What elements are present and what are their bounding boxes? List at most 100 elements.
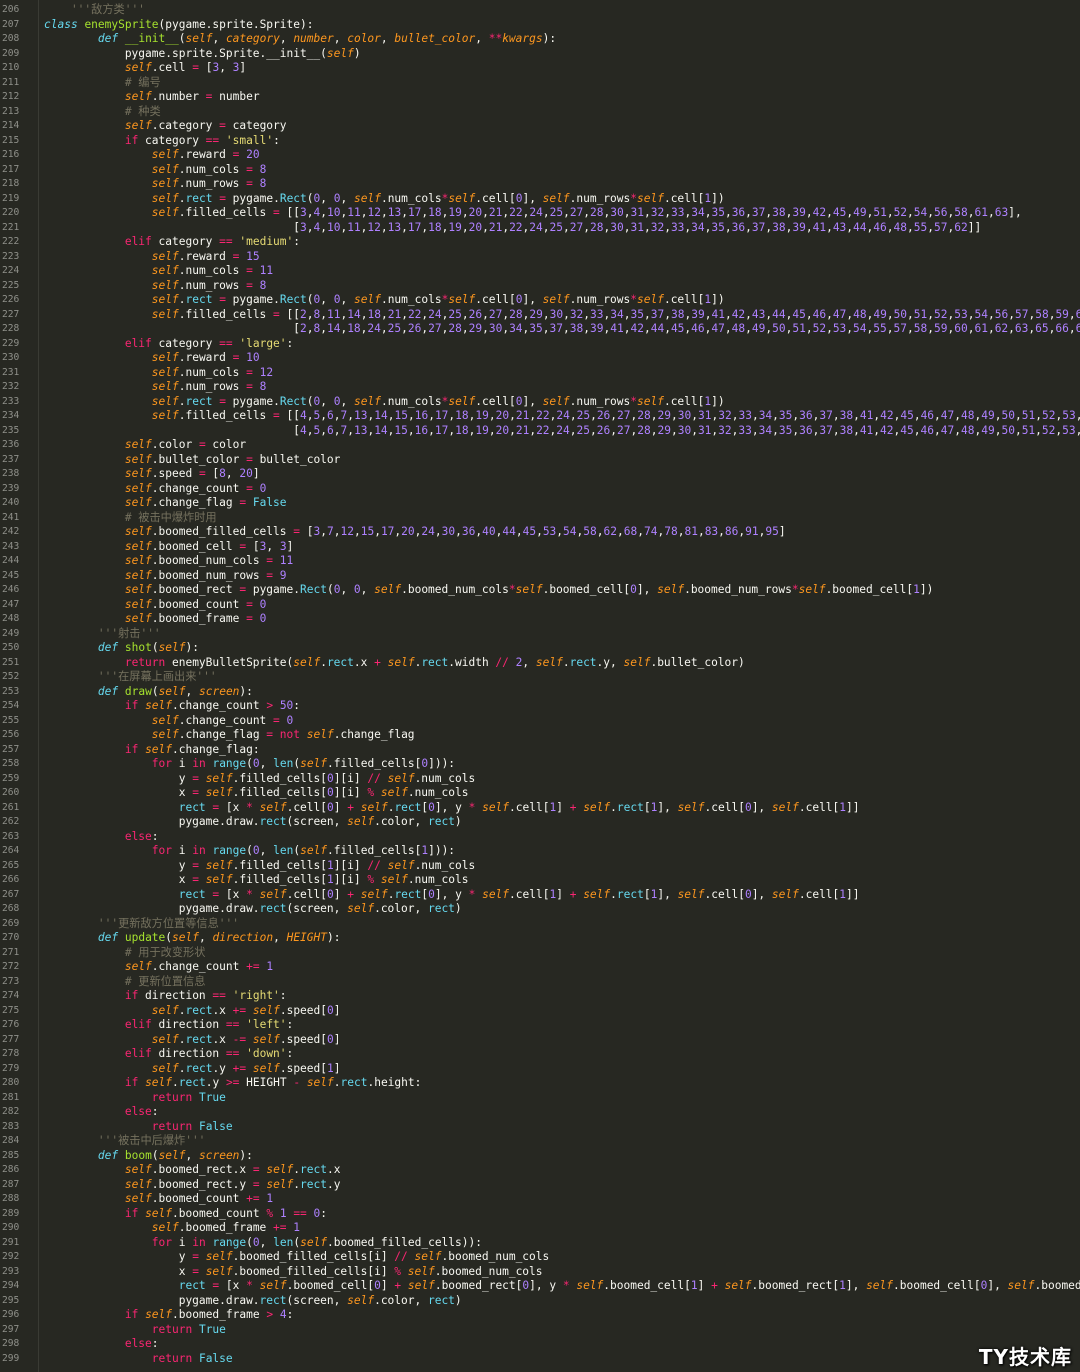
code-line[interactable]: 257 if self.change_flag: bbox=[0, 743, 1080, 758]
code-line[interactable]: 210 self.cell = [3, 3] bbox=[0, 61, 1080, 76]
code-text[interactable]: self.rect.x += self.speed[0] bbox=[44, 1004, 341, 1019]
code-text[interactable]: # 用于改变形状 bbox=[44, 946, 206, 961]
code-line[interactable]: 256 self.change_flag = not self.change_f… bbox=[0, 728, 1080, 743]
code-line[interactable]: 245 self.boomed_num_rows = 9 bbox=[0, 569, 1080, 584]
code-text[interactable]: self.filled_cells = [[2,8,11,14,18,21,22… bbox=[44, 308, 1080, 323]
code-line[interactable]: 216 self.reward = 20 bbox=[0, 148, 1080, 163]
code-line[interactable]: 233 self.rect = pygame.Rect(0, 0, self.n… bbox=[0, 395, 1080, 410]
code-line[interactable]: 246 self.boomed_rect = pygame.Rect(0, 0,… bbox=[0, 583, 1080, 598]
code-line[interactable]: 238 self.speed = [8, 20] bbox=[0, 467, 1080, 482]
code-line[interactable]: 218 self.num_rows = 8 bbox=[0, 177, 1080, 192]
code-text[interactable]: self.num_rows = 8 bbox=[44, 177, 267, 192]
code-line[interactable]: 229 elif category == 'large': bbox=[0, 337, 1080, 352]
code-line[interactable]: 287 self.boomed_rect.y = self.rect.y bbox=[0, 1178, 1080, 1193]
code-line[interactable]: 264 for i in range(0, len(self.filled_ce… bbox=[0, 844, 1080, 859]
code-line[interactable]: 213 # 种类 bbox=[0, 105, 1080, 120]
code-line[interactable]: 274 if direction == 'right': bbox=[0, 989, 1080, 1004]
code-text[interactable]: def shot(self): bbox=[44, 641, 199, 656]
code-line[interactable]: 235 [4,5,6,7,13,14,15,16,17,18,19,20,21,… bbox=[0, 424, 1080, 439]
code-line[interactable]: 298 else: bbox=[0, 1337, 1080, 1352]
code-text[interactable]: elif category == 'large': bbox=[44, 337, 293, 352]
code-text[interactable]: pygame.draw.rect(screen, self.color, rec… bbox=[44, 902, 462, 917]
code-line[interactable]: 271 # 用于改变形状 bbox=[0, 946, 1080, 961]
code-text[interactable]: pygame.sprite.Sprite.__init__(self) bbox=[44, 47, 361, 62]
code-text[interactable]: self.rect.x -= self.speed[0] bbox=[44, 1033, 341, 1048]
code-text[interactable]: return True bbox=[44, 1091, 226, 1106]
code-line[interactable]: 275 self.rect.x += self.speed[0] bbox=[0, 1004, 1080, 1019]
code-text[interactable]: self.change_count += 1 bbox=[44, 960, 273, 975]
code-line[interactable]: 291 for i in range(0, len(self.boomed_fi… bbox=[0, 1236, 1080, 1251]
code-line[interactable]: 243 self.boomed_cell = [3, 3] bbox=[0, 540, 1080, 555]
code-text[interactable]: [3,4,10,11,12,13,17,18,19,20,21,22,24,25… bbox=[44, 221, 981, 236]
code-text[interactable]: for i in range(0, len(self.filled_cells[… bbox=[44, 844, 455, 859]
code-line[interactable]: 277 self.rect.x -= self.speed[0] bbox=[0, 1033, 1080, 1048]
code-text[interactable]: else: bbox=[44, 1105, 159, 1120]
code-line[interactable]: 255 self.change_count = 0 bbox=[0, 714, 1080, 729]
code-line[interactable]: 259 y = self.filled_cells[0][i] // self.… bbox=[0, 772, 1080, 787]
code-text[interactable]: x = self.filled_cells[0][i] % self.num_c… bbox=[44, 786, 469, 801]
code-line[interactable]: 206 '''敌方类''' bbox=[0, 3, 1080, 18]
code-text[interactable]: if self.change_flag: bbox=[44, 743, 260, 758]
code-text[interactable]: self.change_flag = False bbox=[44, 496, 287, 511]
code-line[interactable]: 212 self.number = number bbox=[0, 90, 1080, 105]
code-text[interactable]: self.boomed_num_cols = 11 bbox=[44, 554, 293, 569]
code-text[interactable]: self.color = color bbox=[44, 438, 246, 453]
code-line[interactable]: 294 rect = [x * self.boomed_cell[0] + se… bbox=[0, 1279, 1080, 1294]
code-line[interactable]: 241 # 被击中爆炸时用 bbox=[0, 511, 1080, 526]
code-line[interactable]: 261 rect = [x * self.cell[0] + self.rect… bbox=[0, 801, 1080, 816]
code-line[interactable]: 215 if category == 'small': bbox=[0, 134, 1080, 149]
code-text[interactable]: self.boomed_rect.y = self.rect.y bbox=[44, 1178, 341, 1193]
code-text[interactable]: self.boomed_frame += 1 bbox=[44, 1221, 300, 1236]
code-line[interactable]: 280 if self.rect.y >= HEIGHT - self.rect… bbox=[0, 1076, 1080, 1091]
code-line[interactable]: 299 return False bbox=[0, 1352, 1080, 1367]
code-text[interactable]: if self.rect.y >= HEIGHT - self.rect.hei… bbox=[44, 1076, 422, 1091]
code-line[interactable]: 265 y = self.filled_cells[1][i] // self.… bbox=[0, 859, 1080, 874]
code-line[interactable]: 283 return False bbox=[0, 1120, 1080, 1135]
code-text[interactable]: return enemyBulletSprite(self.rect.x + s… bbox=[44, 656, 745, 671]
code-line[interactable]: 222 elif category == 'medium': bbox=[0, 235, 1080, 250]
code-line[interactable]: 236 self.color = color bbox=[0, 438, 1080, 453]
code-line[interactable]: 207 class enemySprite(pygame.sprite.Sprit… bbox=[0, 18, 1080, 33]
code-line[interactable]: 214 self.category = category bbox=[0, 119, 1080, 134]
code-text[interactable]: rect = [x * self.boomed_cell[0] + self.b… bbox=[44, 1279, 1080, 1294]
code-text[interactable]: self.boomed_rect = pygame.Rect(0, 0, sel… bbox=[44, 583, 934, 598]
code-line[interactable]: 232 self.num_rows = 8 bbox=[0, 380, 1080, 395]
code-line[interactable]: 267 rect = [x * self.cell[0] + self.rect… bbox=[0, 888, 1080, 903]
code-line[interactable]: 209 pygame.sprite.Sprite.__init__(self) bbox=[0, 47, 1080, 62]
code-text[interactable]: [4,5,6,7,13,14,15,16,17,18,19,20,21,22,2… bbox=[44, 424, 1080, 439]
code-text[interactable]: '''射击''' bbox=[44, 627, 161, 642]
code-text[interactable]: self.rect = pygame.Rect(0, 0, self.num_c… bbox=[44, 395, 725, 410]
code-line[interactable]: 269 '''更新敌方位置等信息''' bbox=[0, 917, 1080, 932]
code-line[interactable]: 282 else: bbox=[0, 1105, 1080, 1120]
code-line[interactable]: 231 self.num_cols = 12 bbox=[0, 366, 1080, 381]
code-text[interactable]: else: bbox=[44, 830, 159, 845]
code-text[interactable]: self.boomed_frame = 0 bbox=[44, 612, 267, 627]
code-text[interactable]: x = self.boomed_filled_cells[i] % self.b… bbox=[44, 1265, 543, 1280]
code-text[interactable]: self.boomed_count = 0 bbox=[44, 598, 267, 613]
code-line[interactable]: 251 return enemyBulletSprite(self.rect.x… bbox=[0, 656, 1080, 671]
code-line[interactable]: 286 self.boomed_rect.x = self.rect.x bbox=[0, 1163, 1080, 1178]
code-text[interactable]: if self.change_count > 50: bbox=[44, 699, 300, 714]
code-text[interactable]: # 更新位置信息 bbox=[44, 975, 206, 990]
code-text[interactable]: y = self.filled_cells[1][i] // self.num_… bbox=[44, 859, 475, 874]
code-text[interactable]: [2,8,14,18,24,25,26,27,28,29,30,34,35,37… bbox=[44, 322, 1080, 337]
code-text[interactable]: for i in range(0, len(self.boomed_filled… bbox=[44, 1236, 482, 1251]
code-line[interactable]: 290 self.boomed_frame += 1 bbox=[0, 1221, 1080, 1236]
code-line[interactable]: 230 self.reward = 10 bbox=[0, 351, 1080, 366]
code-text[interactable]: if direction == 'right': bbox=[44, 989, 287, 1004]
code-line[interactable]: 208 def __init__(self, category, number,… bbox=[0, 32, 1080, 47]
code-text[interactable]: elif direction == 'left': bbox=[44, 1018, 293, 1033]
code-line[interactable]: 237 self.bullet_color = bullet_color bbox=[0, 453, 1080, 468]
code-line[interactable]: 263 else: bbox=[0, 830, 1080, 845]
code-line[interactable]: 272 self.change_count += 1 bbox=[0, 960, 1080, 975]
code-line[interactable]: 260 x = self.filled_cells[0][i] % self.n… bbox=[0, 786, 1080, 801]
code-text[interactable]: '''在屏幕上画出来''' bbox=[44, 670, 217, 685]
code-line[interactable]: 248 self.boomed_frame = 0 bbox=[0, 612, 1080, 627]
code-text[interactable]: self.rect = pygame.Rect(0, 0, self.num_c… bbox=[44, 293, 725, 308]
code-line[interactable]: 273 # 更新位置信息 bbox=[0, 975, 1080, 990]
code-line[interactable]: 252 '''在屏幕上画出来''' bbox=[0, 670, 1080, 685]
code-line[interactable]: 219 self.rect = pygame.Rect(0, 0, self.n… bbox=[0, 192, 1080, 207]
code-line[interactable]: 258 for i in range(0, len(self.filled_ce… bbox=[0, 757, 1080, 772]
code-line[interactable]: 228 [2,8,14,18,24,25,26,27,28,29,30,34,3… bbox=[0, 322, 1080, 337]
code-text[interactable]: self.change_count = 0 bbox=[44, 714, 294, 729]
